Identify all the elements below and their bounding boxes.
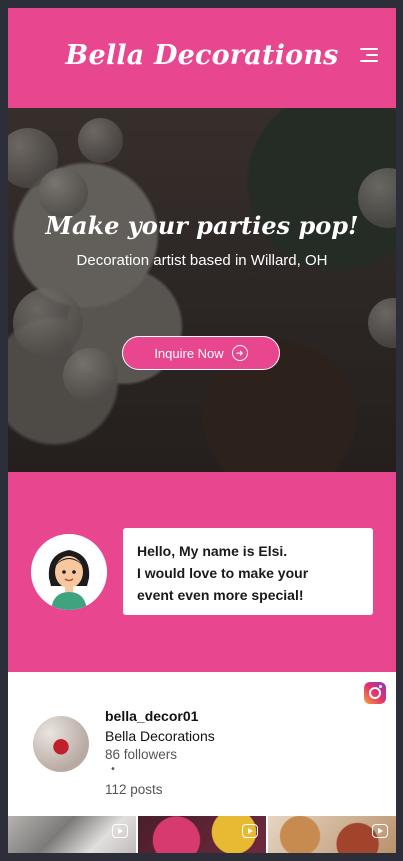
cartoon-girl-avatar — [31, 534, 107, 610]
intro-line: event even more special! — [137, 587, 304, 603]
reel-icon — [372, 824, 388, 838]
instagram-widget: bella_decor01 Bella Decorations 86 follo… — [8, 672, 396, 853]
site-header: Bella Decorations — [8, 8, 396, 108]
instagram-separator: • — [110, 764, 116, 775]
intro-line: I would love to make your — [137, 565, 309, 581]
intro-line: Hello, My name is Elsi. — [137, 543, 288, 559]
instagram-username[interactable]: bella_decor01 — [105, 708, 198, 724]
hero-title: Make your parties pop! — [45, 211, 359, 240]
intro-section: Hello, My name is Elsi. I would love to … — [8, 472, 396, 672]
arrow-right-circle-icon: ➜ — [231, 345, 248, 361]
instagram-thumbnail[interactable] — [138, 816, 266, 853]
inquire-now-label: Inquire Now — [154, 345, 224, 361]
hamburger-menu-icon[interactable] — [360, 48, 378, 64]
reel-icon — [242, 824, 258, 838]
hero-section: Make your parties pop! Decoration artist… — [8, 108, 396, 472]
instagram-thumbnail[interactable] — [268, 816, 396, 853]
instagram-profile-avatar[interactable] — [33, 716, 89, 772]
hero-overlay — [8, 108, 396, 472]
brand-logo[interactable]: Bella Decorations — [8, 40, 396, 71]
instagram-display-name: Bella Decorations — [105, 728, 215, 744]
instagram-followers: 86 followers — [105, 747, 178, 762]
hero-subtitle: Decoration artist based in Willard, OH — [76, 252, 328, 269]
instagram-thumbnail[interactable] — [8, 816, 136, 853]
instagram-thumbnail-grid — [8, 816, 396, 853]
inquire-now-button[interactable]: Inquire Now ➜ — [122, 336, 280, 370]
intro-message-card: Hello, My name is Elsi. I would love to … — [123, 528, 373, 615]
reel-icon — [112, 824, 128, 838]
instagram-posts-count: 112 posts — [105, 782, 163, 797]
page-frame: Bella Decorations Make your parties pop!… — [8, 8, 396, 853]
instagram-icon[interactable] — [364, 682, 386, 704]
